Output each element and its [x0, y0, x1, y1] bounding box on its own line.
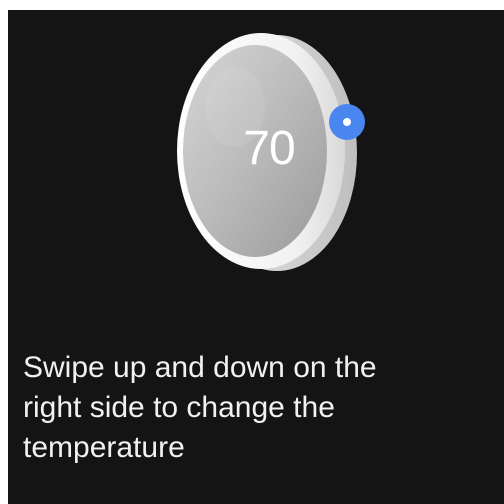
- temperature-readout: 70: [243, 122, 295, 175]
- swipe-indicator-center: [343, 118, 351, 126]
- onboarding-screen: 70 Swipe up and down on the right side t…: [8, 10, 504, 504]
- instruction-text: Swipe up and down on the right side to c…: [23, 351, 377, 464]
- thermostat-illustration: 70: [155, 27, 375, 282]
- swipe-indicator-icon: [329, 104, 365, 140]
